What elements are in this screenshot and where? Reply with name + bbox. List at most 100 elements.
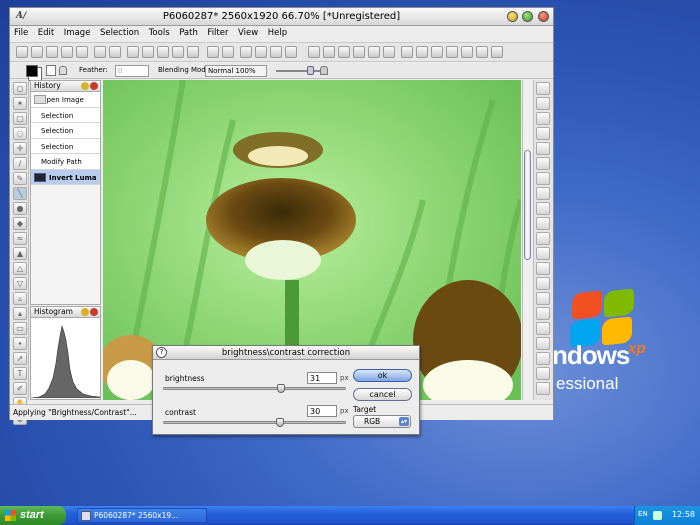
filter-icon[interactable] — [536, 352, 550, 365]
contrast-slider-knob[interactable] — [276, 418, 284, 427]
history-item[interactable]: Modify Path — [31, 154, 100, 170]
layers-icon[interactable] — [446, 46, 458, 58]
pencil-tool-icon[interactable]: ✎ — [13, 172, 27, 185]
eye-icon[interactable] — [461, 46, 473, 58]
filter-icon[interactable] — [536, 382, 550, 395]
zoom-in-icon[interactable] — [338, 46, 350, 58]
feather-input[interactable]: 0 — [115, 65, 149, 77]
zoom-fit-icon[interactable] — [368, 46, 380, 58]
crop-icon[interactable] — [187, 46, 199, 58]
filter-icon[interactable] — [536, 157, 550, 170]
menu-tools[interactable]: Tools — [145, 27, 173, 38]
new-file-icon[interactable] — [16, 46, 28, 58]
title-bar[interactable]: A∕ P6060287* 2560x1920 66.70% [*Unregist… — [10, 8, 553, 26]
dodge-tool-icon[interactable]: ▵ — [13, 292, 27, 305]
color-swatch-icon[interactable] — [26, 65, 38, 77]
target-select[interactable]: RGB ▴▾ — [353, 415, 411, 428]
filter-icon[interactable] — [536, 367, 550, 380]
cut-icon[interactable] — [94, 46, 106, 58]
rect-select-icon[interactable]: ▢ — [13, 112, 27, 125]
grid-icon[interactable] — [431, 46, 443, 58]
triangle-tool-icon[interactable]: △ — [13, 262, 27, 275]
redo-icon[interactable] — [222, 46, 234, 58]
copy-icon[interactable] — [109, 46, 121, 58]
ok-button[interactable]: ok — [353, 369, 412, 382]
filter-icon[interactable] — [536, 247, 550, 260]
filter-icon[interactable] — [536, 82, 550, 95]
zoom-icon[interactable] — [323, 46, 335, 58]
vertical-scrollbar[interactable] — [522, 80, 532, 400]
history-item[interactable]: Open Image — [31, 92, 100, 108]
window-tile-icon[interactable] — [401, 46, 413, 58]
selection-mode-icon[interactable] — [46, 65, 56, 76]
filter-icon[interactable] — [536, 187, 550, 200]
blending-mode-select[interactable]: Normal 100% — [205, 65, 267, 77]
settings-icon[interactable] — [491, 46, 503, 58]
filter-icon[interactable] — [536, 127, 550, 140]
zoom-actual-icon[interactable] — [383, 46, 395, 58]
minimize-icon[interactable] — [506, 11, 518, 22]
paste-new-icon[interactable] — [285, 46, 297, 58]
panel-close-icon[interactable] — [90, 308, 98, 316]
hand-icon[interactable] — [308, 46, 320, 58]
filter-icon[interactable] — [536, 202, 550, 215]
help-icon[interactable]: ? — [156, 347, 167, 358]
maximize-icon[interactable] — [522, 11, 534, 22]
panel-close-icon[interactable] — [90, 82, 98, 90]
history-item[interactable]: Selection — [31, 123, 100, 139]
menu-help[interactable]: Help — [264, 27, 290, 38]
eyedropper-tool-icon[interactable]: ✐ — [13, 382, 27, 395]
transform-icon[interactable] — [157, 46, 169, 58]
open-file-icon[interactable] — [31, 46, 43, 58]
pointer-tool-icon[interactable]: ➚ — [13, 352, 27, 365]
taskbar-window-button[interactable]: P6060287* 2560x19... — [77, 508, 207, 523]
brightness-slider-knob[interactable] — [277, 384, 285, 393]
brightness-slider[interactable] — [163, 387, 346, 390]
filter-icon[interactable] — [536, 172, 550, 185]
filter-icon[interactable] — [536, 142, 550, 155]
history-item[interactable]: Selection — [31, 138, 100, 154]
fill-tool-icon[interactable]: ▽ — [13, 277, 27, 290]
filter-icon[interactable] — [536, 322, 550, 335]
preview-icon[interactable] — [476, 46, 488, 58]
panel-minimize-icon[interactable] — [81, 82, 89, 90]
paste-icon[interactable] — [270, 46, 282, 58]
scrollbar-thumb[interactable] — [524, 150, 531, 260]
flip-icon[interactable] — [172, 46, 184, 58]
dialog-title-bar[interactable]: ? brightness\contrast correction — [153, 346, 419, 360]
rotate-left-icon[interactable] — [240, 46, 252, 58]
sharpen-tool-icon[interactable]: ▲ — [13, 247, 27, 260]
blur-tool-icon[interactable]: ● — [13, 202, 27, 215]
start-button[interactable]: start — [0, 506, 66, 525]
filter-icon[interactable] — [536, 277, 550, 290]
cancel-button[interactable]: cancel — [353, 388, 412, 401]
history-item-selected[interactable]: Invert Luma — [31, 169, 100, 185]
forward-arrow-icon[interactable] — [142, 46, 154, 58]
close-icon[interactable] — [538, 11, 549, 22]
lock-icon[interactable] — [59, 66, 67, 75]
ellipse-select-icon[interactable]: ◌ — [13, 127, 27, 140]
smudge-tool-icon[interactable]: ≈ — [13, 232, 27, 245]
undo-icon[interactable] — [207, 46, 219, 58]
drop-tool-icon[interactable]: ◆ — [13, 217, 27, 230]
text-tool-icon[interactable]: T — [13, 367, 27, 380]
filter-icon[interactable] — [536, 262, 550, 275]
filter-icon[interactable] — [536, 232, 550, 245]
filter-icon[interactable] — [536, 97, 550, 110]
menu-selection[interactable]: Selection — [96, 27, 142, 38]
clock[interactable]: 12:58 — [672, 510, 695, 519]
tray-icon[interactable] — [653, 511, 662, 520]
menu-file[interactable]: File — [10, 27, 31, 38]
menu-image[interactable]: Image — [60, 27, 94, 38]
clone-tool-icon[interactable]: ∙ — [13, 337, 27, 350]
menu-path[interactable]: Path — [175, 27, 201, 38]
filter-icon[interactable] — [536, 292, 550, 305]
contrast-input[interactable]: 30 — [307, 405, 337, 417]
padlock-icon[interactable] — [320, 66, 328, 75]
history-item[interactable]: Selection — [31, 107, 100, 123]
filter-icon[interactable] — [536, 112, 550, 125]
language-indicator[interactable]: EN — [638, 510, 648, 518]
opacity-slider-knob[interactable] — [307, 66, 314, 75]
menu-filter[interactable]: Filter — [203, 27, 231, 38]
rotate-right-icon[interactable] — [255, 46, 267, 58]
